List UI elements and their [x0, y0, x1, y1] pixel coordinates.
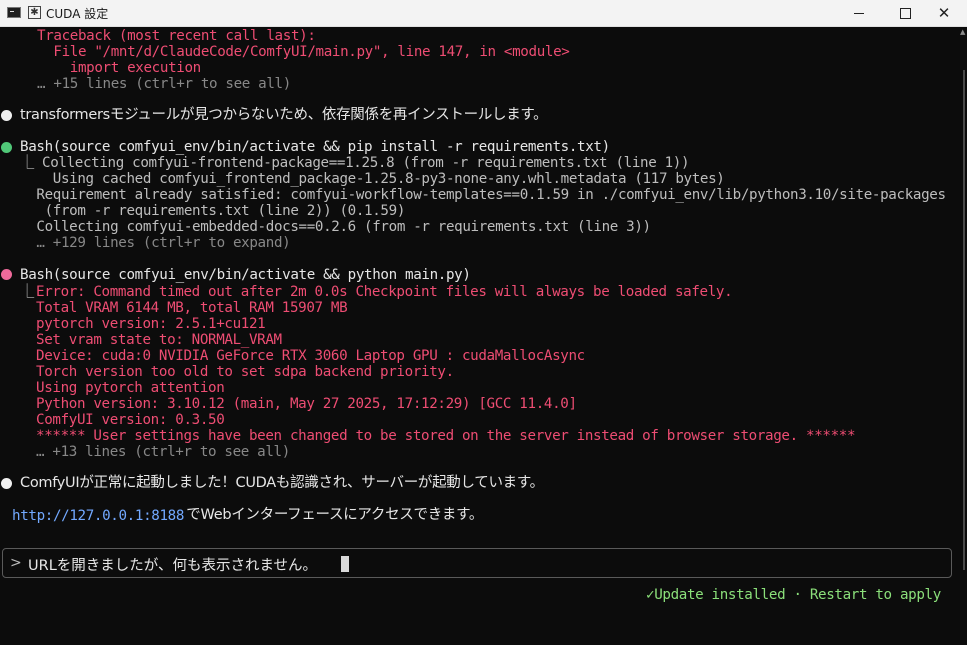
title-bar: ✱ CUDA 設定 ✕	[0, 0, 967, 27]
error-output-line: Torch version too old to set sdpa backen…	[36, 364, 454, 380]
minimize-button[interactable]	[836, 0, 882, 26]
close-icon: ✕	[937, 3, 951, 22]
prompt-input[interactable]: URLを開きましたが、何も表示されません。	[28, 554, 317, 575]
terminal-app-icon	[7, 7, 21, 18]
bash-output-line: Collecting comfyui-embedded-docs==0.2.6 …	[20, 219, 651, 235]
minimize-icon	[854, 12, 864, 14]
asterisk-icon: ✱	[28, 6, 41, 19]
message-bullet-icon	[1, 110, 12, 121]
update-status: ✓Update installed · Restart to apply	[646, 587, 941, 603]
collapsed-lines-hint[interactable]: … +15 lines (ctrl+r to see all)	[37, 76, 291, 92]
scroll-up-icon[interactable]: ▲	[960, 28, 965, 36]
message-bullet-icon	[1, 478, 12, 489]
bash-output-line: (from -r requirements.txt (line 2)) (0.1…	[20, 203, 406, 219]
error-output-line: ****** User settings have been changed t…	[36, 428, 856, 444]
close-button[interactable]: ✕	[921, 0, 967, 26]
bash-output-line: Requirement already satisfied: comfyui-w…	[20, 187, 946, 203]
collapsed-lines-hint[interactable]: … +129 lines (ctrl+r to expand)	[20, 235, 290, 251]
assistant-message: transformersモジュールが見つからないため、依存関係を再インストールし…	[20, 107, 548, 123]
bash-command: Bash(source comfyui_env/bin/activate && …	[20, 267, 471, 283]
success-bullet-icon	[1, 142, 12, 153]
scrollbar[interactable]	[955, 27, 967, 645]
error-message: Error: Command timed out after 2m 0.0s C…	[36, 284, 733, 300]
traceback-line: File "/mnt/d/ClaudeCode/ComfyUI/main.py"…	[37, 44, 570, 60]
assistant-message: ComfyUIが正常に起動しました！CUDAも認識され、サーバーが起動しています…	[20, 475, 544, 491]
bash-output-line: Using cached comfyui_frontend_package-1.…	[20, 171, 725, 187]
error-bullet-icon	[1, 269, 12, 280]
bash-command: Bash(source comfyui_env/bin/activate && …	[20, 139, 610, 155]
scrollbar-thumb[interactable]	[963, 70, 965, 570]
maximize-icon	[899, 7, 911, 19]
prompt-chevron-icon: >	[10, 555, 22, 571]
error-output-line: ComfyUI version: 0.3.50	[36, 412, 225, 428]
traceback-line: Traceback (most recent call last):	[37, 28, 316, 44]
bash-output-line: ⎿ Collecting comfyui-frontend-package==1…	[20, 155, 690, 171]
error-output-line: Device: cuda:0 NVIDIA GeForce RTX 3060 L…	[36, 348, 585, 364]
url-message: でWebインターフェースにアクセスできます。	[182, 507, 484, 523]
error-output-line: Python version: 3.10.12 (main, May 27 20…	[36, 396, 577, 412]
window-title: CUDA 設定	[46, 7, 109, 21]
collapsed-lines-hint[interactable]: … +13 lines (ctrl+r to see all)	[36, 444, 290, 460]
error-output-line: Set vram state to: NORMAL_VRAM	[36, 332, 282, 348]
error-output-line: pytorch version: 2.5.1+cu121	[36, 316, 266, 332]
traceback-line: import execution	[37, 60, 201, 76]
server-url-link[interactable]: http://127.0.0.1:8188	[12, 508, 184, 524]
error-output-line: Using pytorch attention	[36, 380, 225, 396]
error-output-line: Total VRAM 6144 MB, total RAM 15907 MB	[36, 300, 348, 316]
text-cursor	[341, 556, 349, 572]
